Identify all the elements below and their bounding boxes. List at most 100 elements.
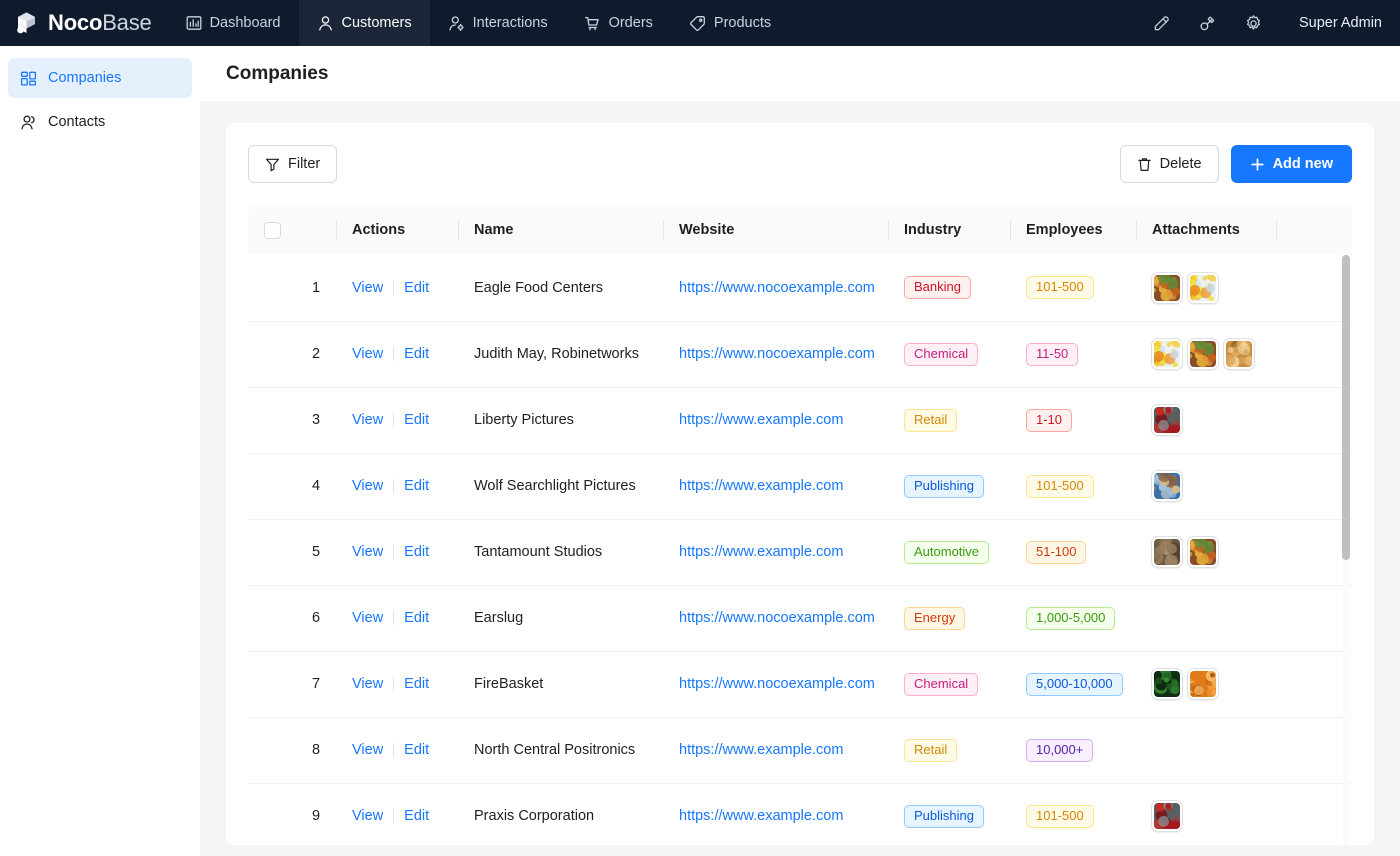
view-link[interactable]: View	[352, 478, 383, 494]
gear-icon[interactable]	[1231, 0, 1277, 46]
nav-item-products[interactable]: Products	[671, 0, 789, 46]
plugin-icon[interactable]	[1185, 0, 1231, 46]
row-industry: Energy	[888, 585, 1010, 651]
view-link[interactable]: View	[352, 676, 383, 692]
sidebar-item-contacts[interactable]: Contacts	[8, 102, 192, 142]
attachment-thumbnail[interactable]	[1152, 801, 1182, 831]
view-link[interactable]: View	[352, 412, 383, 428]
header-select-all	[248, 205, 336, 255]
row-attachments	[1136, 519, 1276, 585]
header-industry[interactable]: Industry	[888, 205, 1010, 255]
edit-link[interactable]: Edit	[404, 412, 429, 428]
edit-link[interactable]: Edit	[404, 808, 429, 824]
attachment-thumbnail[interactable]	[1188, 669, 1218, 699]
view-link[interactable]: View	[352, 280, 383, 296]
website-link[interactable]: https://www.nocoexample.com	[679, 610, 875, 626]
attachment-thumbnail[interactable]	[1224, 339, 1254, 369]
row-spacer	[1276, 585, 1352, 651]
view-link[interactable]: View	[352, 808, 383, 824]
nav-item-interactions[interactable]: Interactions	[430, 0, 566, 46]
view-link[interactable]: View	[352, 544, 383, 560]
table-toolbar: Filter Delete	[248, 145, 1352, 183]
row-employees: 101-500	[1010, 783, 1136, 845]
plus-icon	[1250, 157, 1265, 172]
nav-item-label: Products	[714, 15, 771, 31]
table-row[interactable]: 2 View Edit Judith May, Robinetworks htt…	[248, 321, 1352, 387]
header-attachments[interactable]: Attachments	[1136, 205, 1276, 255]
website-link[interactable]: https://www.nocoexample.com	[679, 346, 875, 362]
website-link[interactable]: https://www.example.com	[679, 478, 843, 494]
header-actions[interactable]: Actions	[336, 205, 458, 255]
scrollbar-thumb[interactable]	[1342, 255, 1350, 560]
view-link[interactable]: View	[352, 742, 383, 758]
row-attachments	[1136, 585, 1276, 651]
nav-item-dashboard[interactable]: Dashboard	[168, 0, 299, 46]
delete-button[interactable]: Delete	[1120, 145, 1219, 183]
view-link[interactable]: View	[352, 346, 383, 362]
edit-link[interactable]: Edit	[404, 478, 429, 494]
filter-button[interactable]: Filter	[248, 145, 337, 183]
table-row[interactable]: 3 View Edit Liberty Pictures https://www…	[248, 387, 1352, 453]
website-link[interactable]: https://www.example.com	[679, 742, 843, 758]
header-employees[interactable]: Employees	[1010, 205, 1136, 255]
action-divider	[393, 413, 394, 427]
row-actions: View Edit	[336, 585, 458, 651]
attachment-thumbnail[interactable]	[1152, 471, 1182, 501]
attachment-thumbnail[interactable]	[1188, 273, 1218, 303]
website-link[interactable]: https://www.example.com	[679, 412, 843, 428]
attachment-thumbnail[interactable]	[1152, 405, 1182, 435]
industry-tag: Publishing	[904, 475, 984, 498]
table-row[interactable]: 5 View Edit Tantamount Studios https://w…	[248, 519, 1352, 585]
edit-link[interactable]: Edit	[404, 346, 429, 362]
attachment-thumbnail[interactable]	[1188, 339, 1218, 369]
users-icon	[20, 114, 37, 131]
attachment-thumbnail[interactable]	[1152, 339, 1182, 369]
table-row[interactable]: 9 View Edit Praxis Corporation https://w…	[248, 783, 1352, 845]
row-select-cell	[248, 321, 296, 387]
brand-logo-area[interactable]: NocoBase	[0, 0, 168, 46]
nav-item-customers[interactable]: Customers	[299, 0, 430, 46]
row-industry: Chemical	[888, 321, 1010, 387]
website-link[interactable]: https://www.example.com	[679, 544, 843, 560]
row-spacer	[1276, 651, 1352, 717]
attachment-thumbnail[interactable]	[1188, 537, 1218, 567]
row-select-cell	[248, 255, 296, 321]
row-name: Tantamount Studios	[458, 519, 663, 585]
table-row[interactable]: 6 View Edit Earslug https://www.nocoexam…	[248, 585, 1352, 651]
view-link[interactable]: View	[352, 610, 383, 626]
header-name[interactable]: Name	[458, 205, 663, 255]
sidebar-item-companies[interactable]: Companies	[8, 58, 192, 98]
website-link[interactable]: https://www.nocoexample.com	[679, 676, 875, 692]
attachment-thumbnail[interactable]	[1152, 537, 1182, 567]
table-row[interactable]: 4 View Edit Wolf Searchlight Pictures ht…	[248, 453, 1352, 519]
edit-link[interactable]: Edit	[404, 544, 429, 560]
table-row[interactable]: 7 View Edit FireBasket https://www.nocoe…	[248, 651, 1352, 717]
table-row[interactable]: 1 View Edit Eagle Food Centers https://w…	[248, 255, 1352, 321]
header-website[interactable]: Website	[663, 205, 888, 255]
nav-item-orders[interactable]: Orders	[566, 0, 671, 46]
row-index: 4	[296, 453, 336, 519]
attachment-thumbnail[interactable]	[1152, 273, 1182, 303]
row-industry: Publishing	[888, 783, 1010, 845]
edit-link[interactable]: Edit	[404, 280, 429, 296]
header-spacer	[1276, 205, 1352, 255]
edit-link[interactable]: Edit	[404, 742, 429, 758]
table-row[interactable]: 8 View Edit North Central Positronics ht…	[248, 717, 1352, 783]
website-link[interactable]: https://www.example.com	[679, 808, 843, 824]
attachment-thumbnail[interactable]	[1152, 669, 1182, 699]
industry-tag: Publishing	[904, 805, 984, 828]
row-index: 3	[296, 387, 336, 453]
add-new-button[interactable]: Add new	[1231, 145, 1352, 183]
website-link[interactable]: https://www.nocoexample.com	[679, 280, 875, 296]
row-website: https://www.nocoexample.com	[663, 321, 888, 387]
shopping-cart-icon	[584, 15, 601, 32]
row-select-cell	[248, 387, 296, 453]
tag-icon	[689, 15, 706, 32]
edit-link[interactable]: Edit	[404, 610, 429, 626]
table-vertical-scrollbar[interactable]	[1342, 255, 1350, 845]
user-menu[interactable]: Super Admin	[1277, 15, 1382, 31]
edit-link[interactable]: Edit	[404, 676, 429, 692]
row-industry: Automotive	[888, 519, 1010, 585]
highlighter-icon[interactable]	[1139, 0, 1185, 46]
select-all-checkbox[interactable]	[264, 222, 281, 239]
